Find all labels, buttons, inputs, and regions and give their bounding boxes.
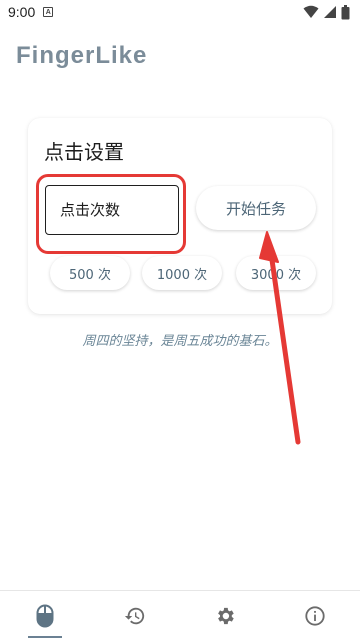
mouse-icon [36, 604, 54, 627]
wifi-icon [303, 5, 319, 18]
preset-row: 500 次 1000 次 3000 次 [50, 256, 326, 292]
notification-icon: A [43, 7, 54, 17]
preset-1000-button[interactable]: 1000 次 [142, 256, 222, 290]
annotation-arrow [259, 231, 301, 445]
click-settings-card: 点击设置 开始任务 500 次 1000 次 3000 次 [28, 118, 332, 314]
nav-item-clicker[interactable] [0, 591, 90, 640]
preset-500-button[interactable]: 500 次 [50, 256, 130, 290]
bottom-nav [0, 590, 360, 640]
click-count-input[interactable] [45, 185, 179, 235]
status-bar: 9:00 A [0, 0, 360, 24]
nav-item-info[interactable] [270, 591, 360, 640]
preset-3000-button[interactable]: 3000 次 [236, 256, 316, 290]
battery-icon [341, 4, 350, 19]
input-highlight-box [36, 174, 186, 254]
info-icon [305, 605, 325, 626]
start-task-button[interactable]: 开始任务 [196, 186, 316, 230]
nav-item-history[interactable] [90, 591, 180, 640]
signal-icon [324, 6, 336, 18]
settings-icon [218, 607, 234, 624]
notification-letter: A [45, 8, 51, 16]
motto-text: 周四的坚持，是周五成功的基石。 [82, 334, 278, 349]
nav-item-settings[interactable] [180, 591, 270, 640]
status-time: 9:00 [8, 4, 36, 20]
history-icon [124, 607, 145, 624]
card-title: 点击设置 [44, 140, 124, 164]
status-left: 9:00 A [8, 4, 54, 20]
status-right [303, 4, 350, 20]
app-title: FingerLike [16, 42, 148, 69]
